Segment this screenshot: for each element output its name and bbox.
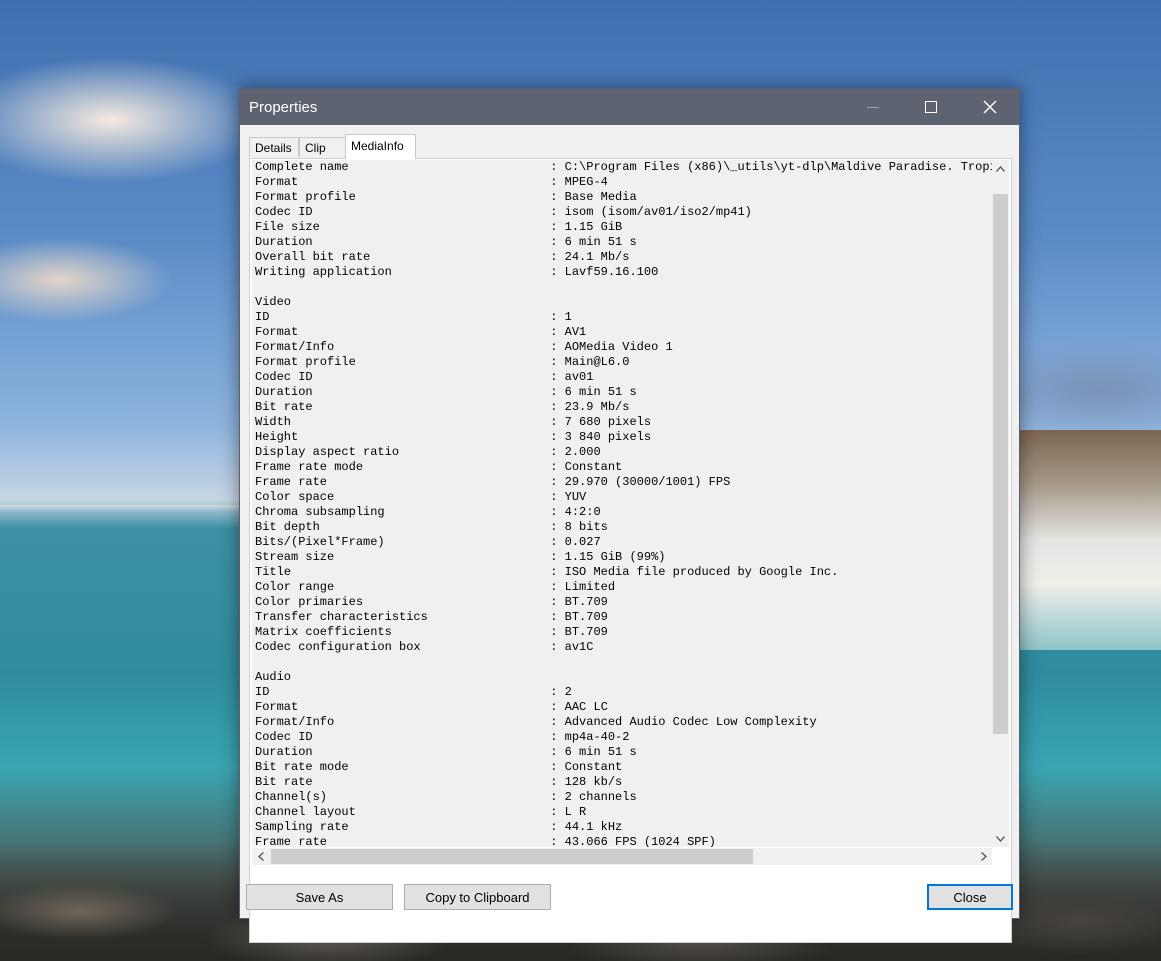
title-bar[interactable]: Properties xyxy=(240,89,1019,125)
mediainfo-line: Format profile : Base Media xyxy=(255,190,637,204)
chevron-up-icon[interactable] xyxy=(992,160,1009,177)
close-icon xyxy=(983,100,997,114)
mediainfo-line: Format : AV1 xyxy=(255,325,587,339)
vertical-scrollbar[interactable] xyxy=(992,160,1009,847)
mediainfo-line: Codec ID : mp4a-40-2 xyxy=(255,730,630,744)
mediainfo-text: Complete name : C:\Program Files (x86)\_… xyxy=(252,160,992,847)
mediainfo-line: Duration : 6 min 51 s xyxy=(255,385,637,399)
mediainfo-line: ID : 2 xyxy=(255,685,572,699)
tab-mediainfo[interactable]: MediaInfo xyxy=(345,134,416,159)
mediainfo-line: Height : 3 840 pixels xyxy=(255,430,652,444)
tab-details[interactable]: Details xyxy=(249,137,299,157)
chevron-down-icon[interactable] xyxy=(992,830,1009,847)
mediainfo-line: Color space : YUV xyxy=(255,490,587,504)
mediainfo-line: Channel(s) : 2 channels xyxy=(255,790,637,804)
mediainfo-line: File size : 1.15 GiB xyxy=(255,220,623,234)
mediainfo-line: Format : MPEG-4 xyxy=(255,175,608,189)
mediainfo-line: Duration : 6 min 51 s xyxy=(255,235,637,249)
close-window-button[interactable] xyxy=(961,89,1019,125)
mediainfo-line: Title : ISO Media file produced by Googl… xyxy=(255,565,839,579)
maximize-button[interactable] xyxy=(902,89,960,125)
mediainfo-text-area[interactable]: Complete name : C:\Program Files (x86)\_… xyxy=(252,160,992,847)
properties-window: Properties Details Clip MediaInfo Comple… xyxy=(239,88,1020,943)
mediainfo-line: Bit rate : 23.9 Mb/s xyxy=(255,400,630,414)
chevron-right-icon[interactable] xyxy=(975,848,992,865)
vertical-scroll-thumb[interactable] xyxy=(993,194,1008,734)
mediainfo-line: Stream size : 1.15 GiB (99%) xyxy=(255,550,666,564)
window-title: Properties xyxy=(249,99,318,116)
desktop-horizon xyxy=(0,505,240,511)
chevron-left-icon[interactable] xyxy=(252,848,269,865)
mediainfo-line: Format/Info : Advanced Audio Codec Low C… xyxy=(255,715,817,729)
mediainfo-line: Frame rate mode : Constant xyxy=(255,460,623,474)
desktop-beach xyxy=(1020,430,1161,650)
mediainfo-line: Matrix coefficients : BT.709 xyxy=(255,625,608,639)
tab-clip[interactable]: Clip xyxy=(299,137,346,157)
mediainfo-line: ID : 1 xyxy=(255,310,572,324)
save-as-button[interactable]: Save As xyxy=(246,884,393,910)
copy-to-clipboard-button[interactable]: Copy to Clipboard xyxy=(404,884,551,910)
mediainfo-line: Display aspect ratio : 2.000 xyxy=(255,445,601,459)
close-button[interactable]: Close xyxy=(927,884,1013,910)
mediainfo-line: Color primaries : BT.709 xyxy=(255,595,608,609)
minimize-icon xyxy=(867,106,879,108)
mediainfo-line: Complete name : C:\Program Files (x86)\_… xyxy=(255,160,992,174)
horizontal-scrollbar[interactable] xyxy=(252,848,992,865)
mediainfo-line: Codec ID : av01 xyxy=(255,370,594,384)
mediainfo-line: Channel layout : L R xyxy=(255,805,587,819)
mediainfo-line: Video xyxy=(255,295,292,309)
mediainfo-line: Codec configuration box : av1C xyxy=(255,640,594,654)
mediainfo-line: Frame rate : 43.066 FPS (1024 SPF) xyxy=(255,835,716,847)
mediainfo-line: Format : AAC LC xyxy=(255,700,608,714)
horizontal-scroll-thumb[interactable] xyxy=(271,849,753,864)
mediainfo-line: Format/Info : AOMedia Video 1 xyxy=(255,340,673,354)
mediainfo-line: Chroma subsampling : 4:2:0 xyxy=(255,505,601,519)
mediainfo-line: Color range : Limited xyxy=(255,580,616,594)
mediainfo-line: Writing application : Lavf59.16.100 xyxy=(255,265,659,279)
mediainfo-line: Duration : 6 min 51 s xyxy=(255,745,637,759)
maximize-icon xyxy=(925,101,937,113)
mediainfo-line: Bits/(Pixel*Frame) : 0.027 xyxy=(255,535,601,549)
mediainfo-line: Frame rate : 29.970 (30000/1001) FPS xyxy=(255,475,731,489)
mediainfo-line: Codec ID : isom (isom/av01/iso2/mp41) xyxy=(255,205,752,219)
mediainfo-line: Bit rate : 128 kb/s xyxy=(255,775,623,789)
mediainfo-line: Sampling rate : 44.1 kHz xyxy=(255,820,623,834)
mediainfo-line: Transfer characteristics : BT.709 xyxy=(255,610,608,624)
mediainfo-line: Overall bit rate : 24.1 Mb/s xyxy=(255,250,630,264)
mediainfo-line: Width : 7 680 pixels xyxy=(255,415,652,429)
minimize-button[interactable] xyxy=(844,89,902,125)
mediainfo-line: Bit depth : 8 bits xyxy=(255,520,608,534)
mediainfo-line: Audio xyxy=(255,670,292,684)
mediainfo-line: Bit rate mode : Constant xyxy=(255,760,623,774)
mediainfo-panel: Complete name : C:\Program Files (x86)\_… xyxy=(249,158,1012,943)
mediainfo-line: Format profile : Main@L6.0 xyxy=(255,355,630,369)
